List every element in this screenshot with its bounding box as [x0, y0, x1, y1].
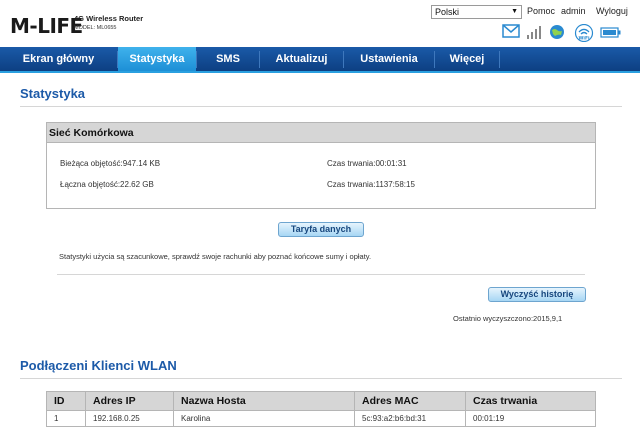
current-volume: Bieżąca objętość:947.14 KB	[60, 159, 161, 168]
column-header-duration: Czas trwania	[473, 395, 538, 407]
clear-history-button[interactable]: Wyczyść historię	[488, 287, 586, 302]
wifi-icon: WiFi	[574, 23, 594, 43]
globe-icon	[549, 24, 569, 40]
cell-id: 1	[47, 411, 86, 426]
tariff-button[interactable]: Taryfa danych	[278, 222, 364, 237]
cell-ip: 192.168.0.25	[86, 411, 174, 426]
help-link[interactable]: Pomoc	[527, 6, 555, 16]
total-volume: Łączna objętość:22.62 GB	[60, 180, 154, 189]
language-value: Polski	[435, 7, 460, 17]
current-duration: Czas trwania:00:01:31	[327, 159, 407, 168]
cellular-panel: Sieć Komórkowa Bieżąca objętość:947.14 K…	[46, 122, 596, 209]
column-header-host: Nazwa Hosta	[174, 392, 355, 411]
usage-note: Statystyki użycia są szacunkowe, sprawdź…	[59, 252, 372, 261]
svg-text:WiFi: WiFi	[578, 36, 590, 42]
router-model: MODEL: ML0655	[74, 25, 117, 31]
column-header-mac: Adres MAC	[355, 392, 466, 411]
table-row: 1 192.168.0.25 Karolina 5c:93:a2:b6:bd:3…	[46, 411, 596, 427]
tab-more[interactable]: Więcej	[435, 47, 499, 71]
panel-title: Sieć Komórkowa	[47, 123, 595, 143]
wlan-title: Podłączeni Klienci WLAN	[20, 358, 177, 373]
header: M-LIFE 4G Wireless Router MODEL: ML0655 …	[0, 0, 640, 44]
cell-mac: 5c:93:a2:b6:bd:31	[355, 411, 466, 426]
nav-divider	[499, 51, 500, 68]
tab-update[interactable]: Aktualizuj	[260, 47, 343, 71]
tab-settings[interactable]: Ustawienia	[344, 47, 434, 71]
tab-sms[interactable]: SMS	[197, 47, 259, 71]
battery-icon	[600, 24, 621, 40]
table-header: ID Adres IP Nazwa Hosta Adres MAC Czas t…	[46, 391, 596, 411]
divider	[57, 274, 585, 275]
main-nav: Ekran główny Statystyka SMS Aktualizuj U…	[0, 47, 640, 73]
total-duration: Czas trwania:1137:58:15	[327, 180, 415, 189]
router-title: 4G Wireless Router	[74, 14, 144, 23]
cell-duration: 00:01:19	[473, 414, 505, 423]
tab-statistics[interactable]: Statystyka	[118, 47, 196, 71]
user-link[interactable]: admin	[561, 6, 586, 16]
column-header-ip: Adres IP	[86, 392, 174, 411]
page-title: Statystyka	[20, 86, 86, 101]
last-cleared: Ostatnio wyczyszczono:2015,9,1	[453, 314, 563, 323]
chevron-down-icon: ▼	[511, 8, 518, 15]
cell-host: Karolina	[174, 411, 355, 426]
language-select[interactable]: Polski ▼	[431, 5, 522, 19]
logo: M-LIFE	[10, 14, 83, 38]
signal-strength-icon	[526, 24, 546, 40]
envelope-icon[interactable]	[502, 24, 522, 40]
divider	[20, 378, 622, 379]
logout-link[interactable]: Wyloguj	[596, 6, 628, 16]
tab-home[interactable]: Ekran główny	[0, 47, 117, 71]
column-header-id: ID	[47, 392, 86, 411]
divider	[20, 106, 622, 107]
